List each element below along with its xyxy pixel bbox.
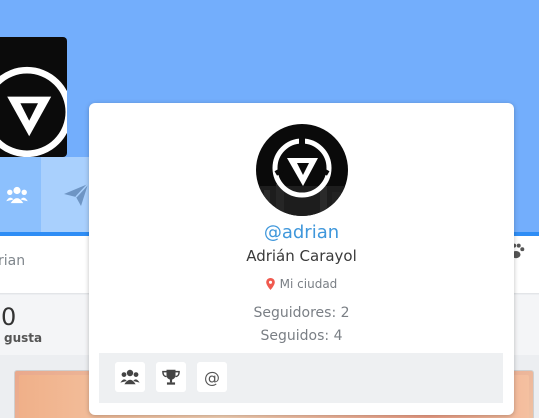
background-profile-avatar[interactable] <box>0 37 67 157</box>
popover-actions-bar: @ <box>99 353 503 403</box>
logo-icon <box>256 138 348 216</box>
users-icon <box>5 186 28 203</box>
background-profile-name: rian <box>0 253 26 269</box>
followers-count[interactable]: Seguidores: 2 <box>89 305 514 321</box>
user-handle-link[interactable]: @adrian <box>89 222 514 243</box>
user-full-name: Adrián Carayol <box>246 247 357 265</box>
send-icon <box>64 182 89 206</box>
avatar[interactable] <box>256 124 348 216</box>
map-pin-icon <box>265 278 275 290</box>
likes-count: 0 <box>1 303 17 331</box>
logo-icon <box>0 66 67 157</box>
users-icon <box>120 369 140 385</box>
tab-groups[interactable] <box>0 157 41 232</box>
likes-label: gusta <box>4 331 43 345</box>
user-location: Mi ciudad <box>89 277 514 291</box>
trophy-icon <box>162 369 180 385</box>
at-icon: @ <box>204 367 220 387</box>
profile-popover: @adrian Adrián Carayol Mi ciudad Seguido… <box>89 103 514 415</box>
achievements-button[interactable] <box>156 362 186 392</box>
groups-button[interactable] <box>115 362 145 392</box>
following-count[interactable]: Seguidos: 4 <box>89 328 514 344</box>
mention-button[interactable]: @ <box>197 362 227 392</box>
user-city-label: Mi ciudad <box>279 277 338 291</box>
